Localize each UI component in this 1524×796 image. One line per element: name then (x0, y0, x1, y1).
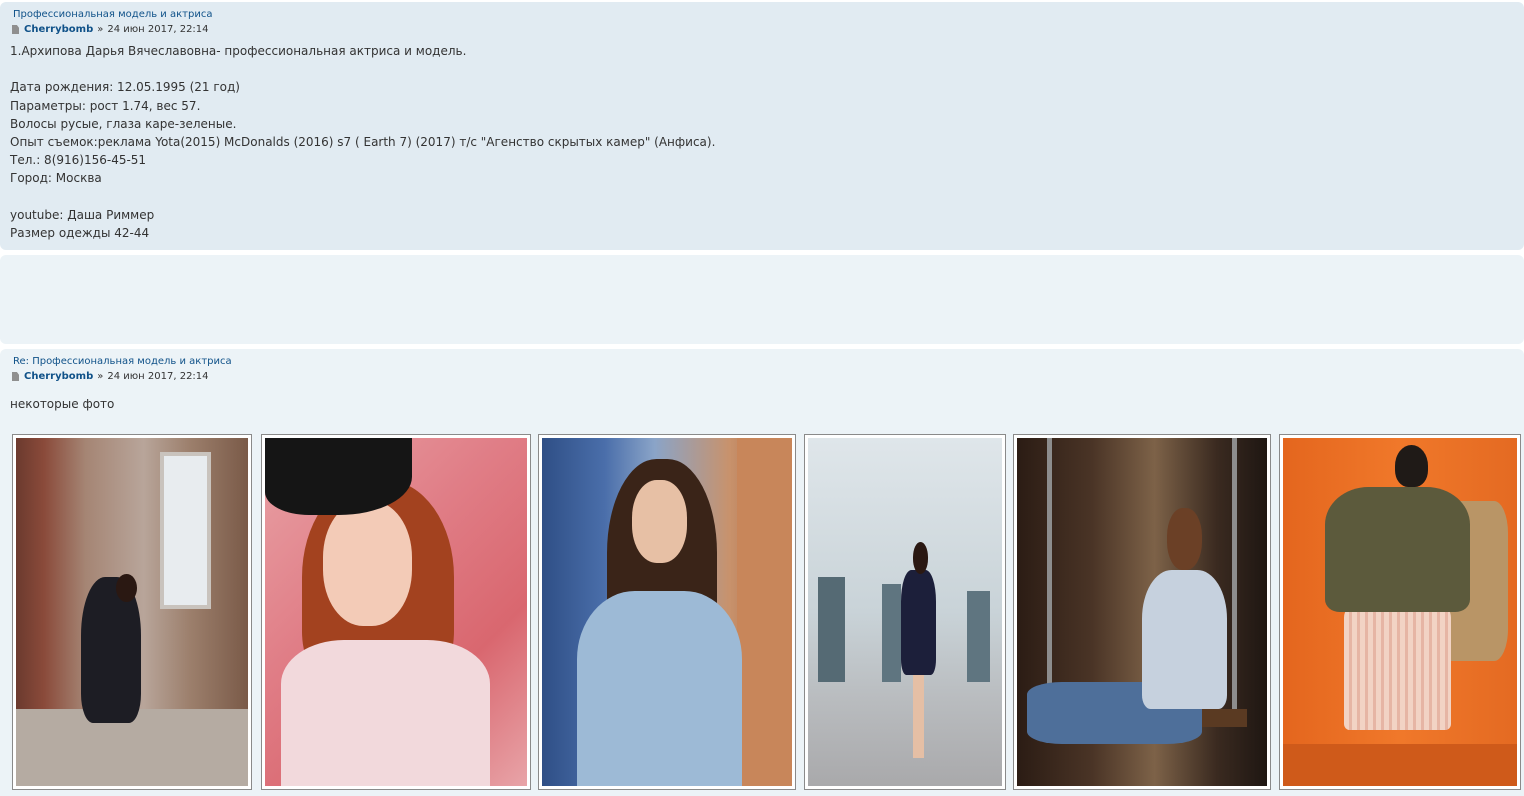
photo-image (1283, 438, 1517, 786)
meta-separator: » (97, 24, 104, 35)
post-content: некоторые фото (10, 397, 115, 411)
meta-separator: » (97, 371, 104, 382)
photo-image (16, 438, 248, 786)
file-icon[interactable] (12, 25, 19, 34)
post-2: Re: Профессиональная модель и актриса Ch… (0, 349, 1524, 796)
post-author[interactable]: Cherrybomb (24, 370, 93, 383)
file-icon[interactable] (12, 372, 19, 381)
photo-image (1017, 438, 1267, 786)
photo-thumbnail-1[interactable] (12, 434, 252, 790)
photo-thumbnail-6[interactable] (1279, 434, 1521, 790)
post-title-link[interactable]: Профессиональная модель и актриса (13, 9, 1514, 21)
photo-thumbnail-5[interactable] (1013, 434, 1271, 790)
post-author[interactable]: Cherrybomb (24, 23, 93, 36)
post-1: Профессиональная модель и актриса Cherry… (0, 2, 1524, 250)
post-spacer (0, 255, 1524, 344)
photo-image (808, 438, 1002, 786)
photo-image (265, 438, 527, 786)
photo-image (542, 438, 792, 786)
post-title-link[interactable]: Re: Профессиональная модель и актриса (13, 356, 1514, 368)
post-date: 24 июн 2017, 22:14 (107, 24, 209, 35)
photo-gallery (12, 434, 1522, 792)
post-meta: Cherrybomb » 24 июн 2017, 22:14 (10, 23, 1514, 36)
post-content: 1.Архипова Дарья Вячеславовна- профессио… (10, 44, 716, 241)
photo-thumbnail-4[interactable] (804, 434, 1006, 790)
post-meta: Cherrybomb » 24 июн 2017, 22:14 (10, 370, 1514, 383)
photo-thumbnail-2[interactable] (261, 434, 531, 790)
post-date: 24 июн 2017, 22:14 (107, 371, 209, 382)
photo-thumbnail-3[interactable] (538, 434, 796, 790)
